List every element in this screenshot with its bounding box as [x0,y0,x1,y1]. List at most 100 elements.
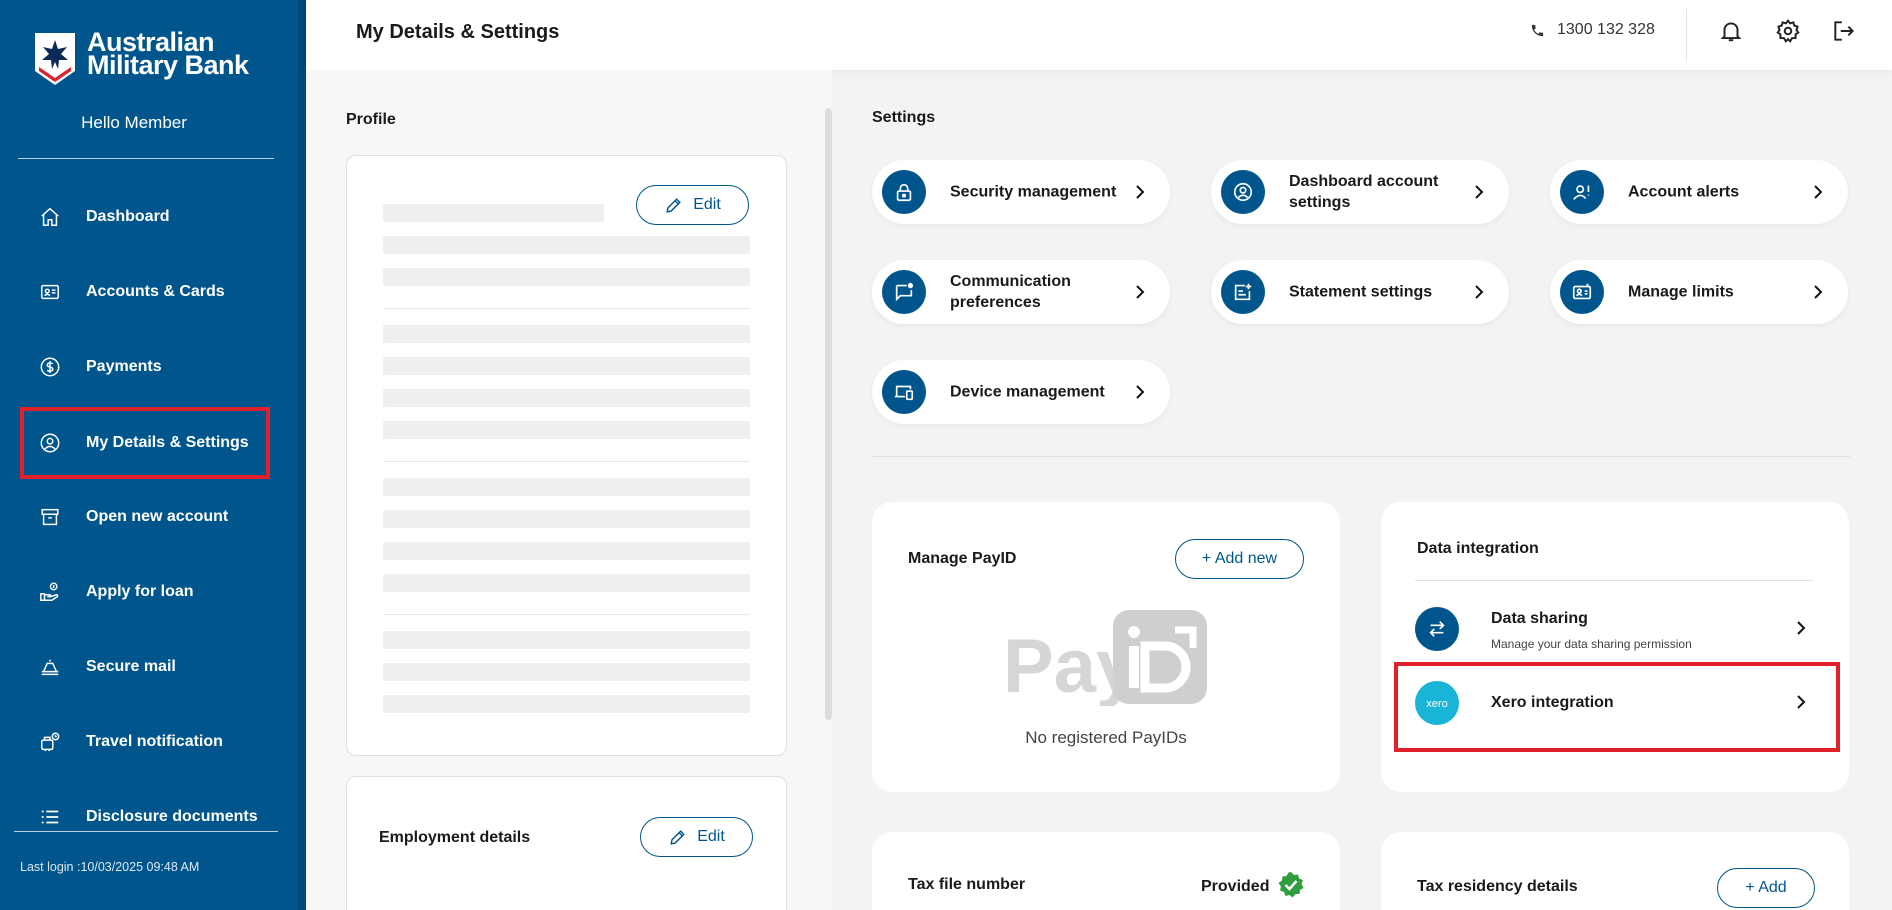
top-header: My Details & Settings 1300 132 328 [306,0,1892,70]
account-alerts-tile[interactable]: Account alerts [1550,160,1848,224]
sidebar-item-label: Apply for loan [86,583,194,600]
alert-user-icon [1573,185,1590,200]
loading-placeholder [383,268,750,286]
sidebar-scrollbar[interactable] [298,0,306,910]
xero-integration-title: Xero integration [1491,694,1614,711]
sidebar-item-label: Payments [86,358,162,375]
sidebar-bottom-divider [14,831,278,832]
add-payid-button[interactable]: + Add new [1175,539,1304,579]
loading-placeholder [383,542,750,560]
loading-placeholder [383,204,604,222]
profile-scrollbar[interactable] [825,108,832,720]
sidebar-item-open-new-account[interactable]: Open new account [22,484,268,550]
sidebar-item-label: Accounts & Cards [86,283,225,300]
loading-placeholder [383,478,750,496]
sidebar-item-label: My Details & Settings [86,434,249,451]
dollar-circle-icon [40,357,60,377]
chevron-right-icon [1136,185,1145,199]
sidebar-item-dashboard[interactable]: Dashboard [22,184,268,250]
shield-logo-icon [35,33,75,85]
edit-employment-button[interactable]: Edit [640,817,753,857]
home-icon [41,207,59,226]
add-tax-residency-button[interactable]: + Add [1717,868,1815,908]
card-icon [41,284,59,300]
pencil-icon [670,829,686,845]
bell-icon[interactable] [1718,18,1744,44]
sidebar-item-apply-for-loan[interactable]: Apply for loan [22,559,268,625]
sidebar: Australian Military Bank Hello Member Da… [0,0,306,910]
phone-link[interactable]: 1300 132 328 [1530,21,1655,39]
devices-icon [894,385,914,401]
phone-icon [1531,24,1544,36]
manage-limits-tile[interactable]: Manage limits [1550,260,1848,324]
chevron-right-icon [1475,285,1484,299]
xero-logo-icon: xero [1426,698,1447,710]
chevron-right-icon [1136,385,1145,399]
loading-placeholder [383,325,750,343]
loading-placeholder [383,510,750,528]
employment-card: Employment details Edit [346,776,787,910]
chat-icon [895,282,914,302]
device-management-tile[interactable]: Device management [872,360,1170,424]
communication-preferences-tile[interactable]: Communication preferences [872,260,1170,324]
statement-settings-tile[interactable]: Statement settings [1211,260,1509,324]
sidebar-item-accounts-cards[interactable]: Accounts & Cards [22,259,268,325]
brand-name: Australian Military Bank [87,27,249,80]
travel-icon [41,732,60,752]
tax-residency-card: Tax residency details + Add [1381,832,1849,910]
data-sharing-title: Data sharing [1491,610,1588,627]
settings-title: Settings [872,109,936,126]
greeting: Hello Member [81,113,187,132]
loading-placeholder [383,357,750,375]
loading-placeholder [383,663,750,681]
loading-placeholder [383,389,750,407]
profile-title: Profile [346,111,396,128]
employment-title: Employment details [379,829,531,846]
sidebar-item-payments[interactable]: Payments [22,334,268,400]
brand-logo[interactable]: Australian Military Bank [33,27,249,87]
sidebar-item-label: Dashboard [86,208,170,225]
gear-icon[interactable] [1775,18,1801,44]
chevron-right-icon [1797,695,1806,709]
section-divider [383,308,750,309]
xero-integration-row[interactable]: xero Xero integration [1415,670,1825,740]
loan-hand-icon [40,582,59,601]
sidebar-divider [18,158,274,159]
edit-profile-button[interactable]: Edit [636,185,749,225]
header-divider [1686,9,1687,61]
sidebar-item-my-details-settings[interactable]: My Details & Settings [20,407,270,479]
tax-residency-title: Tax residency details [1417,878,1578,895]
security-management-tile[interactable]: Security management [872,160,1170,224]
sidebar-item-travel-notification[interactable]: Travel notification [22,709,268,775]
chevron-right-icon [1814,285,1823,299]
loading-placeholder [383,695,750,713]
data-integration-title: Data integration [1417,540,1539,557]
chevron-right-icon [1797,621,1806,635]
logout-icon[interactable] [1831,18,1857,44]
dashboard-account-settings-tile[interactable]: Dashboard account settings [1211,160,1509,224]
tfn-title: Tax file number [908,876,1026,893]
data-integration-divider [1415,580,1813,581]
loading-placeholder [383,421,750,439]
phone-number: 1300 132 328 [1557,21,1655,38]
sidebar-item-label: Secure mail [86,658,176,675]
profile-card: Edit [346,155,787,756]
sidebar-item-secure-mail[interactable]: Secure mail [22,634,268,700]
sidebar-item-label: Disclosure documents [86,808,258,825]
archive-icon [41,508,59,526]
account-settings-icon [1233,182,1253,202]
sidebar-item-label: Travel notification [86,733,223,750]
data-sharing-row[interactable]: Data sharing Manage your data sharing pe… [1415,596,1825,666]
data-sharing-subtitle: Manage your data sharing permission [1491,637,1692,651]
sidebar-item-disclosure-documents[interactable]: Disclosure documents [22,784,268,850]
list-icon [41,810,59,824]
chevron-right-icon [1814,185,1823,199]
verified-badge-icon [1278,872,1304,898]
last-login: Last login :10/03/2025 09:48 AM [20,860,200,874]
swap-arrows-icon [1429,621,1445,637]
loading-placeholder [383,631,750,649]
sidebar-item-label: Open new account [86,508,229,525]
chevron-right-icon [1475,185,1484,199]
chevron-right-icon [1136,285,1145,299]
payid-logo: Pay [1003,610,1207,706]
